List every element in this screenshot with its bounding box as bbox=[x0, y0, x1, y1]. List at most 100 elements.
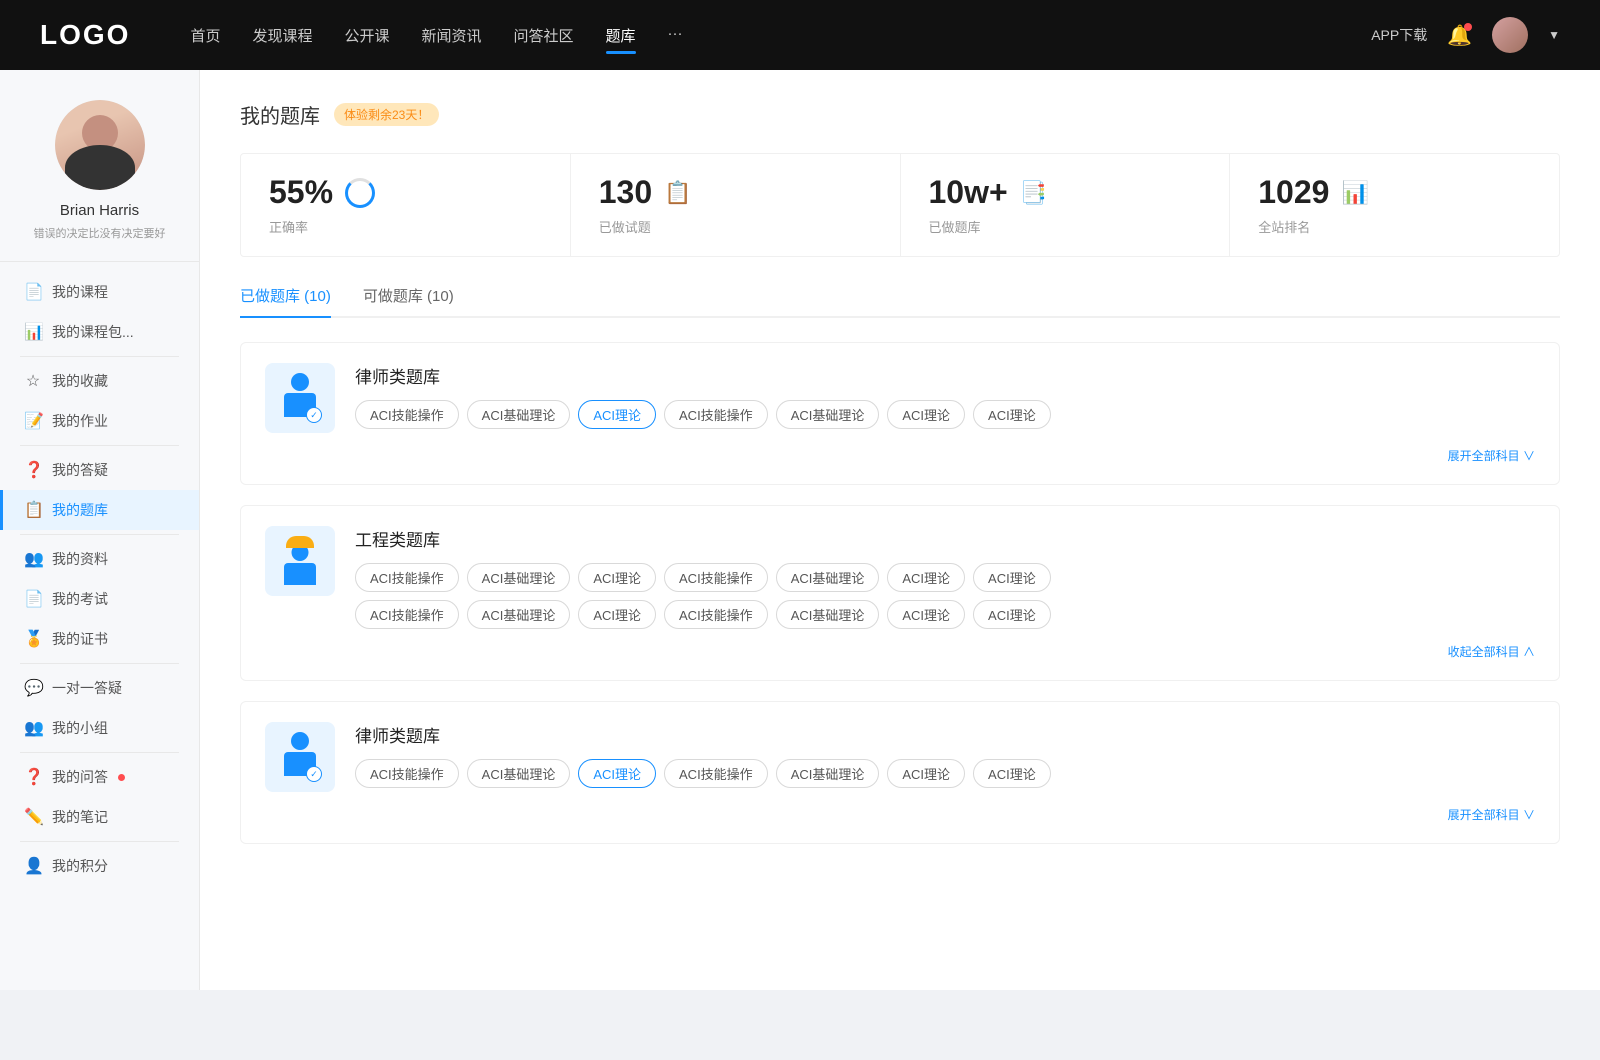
tag-0-6[interactable]: ACI理论 bbox=[973, 400, 1051, 429]
tag-1-3[interactable]: ACI技能操作 bbox=[664, 563, 768, 592]
user-avatar[interactable] bbox=[1492, 17, 1528, 53]
sidebar-icon-6: 👥 bbox=[24, 549, 42, 569]
nav-link[interactable]: ··· bbox=[668, 21, 683, 50]
tag-2-0[interactable]: ACI技能操作 bbox=[355, 759, 459, 788]
sidebar-item-0[interactable]: 📄我的课程 bbox=[0, 272, 199, 312]
tabs-row: 已做题库 (10) 可做题库 (10) bbox=[240, 285, 1560, 318]
tab-0[interactable]: 已做题库 (10) bbox=[240, 285, 331, 316]
nav-link[interactable]: 题库 bbox=[606, 21, 636, 50]
tag-0-0[interactable]: ACI技能操作 bbox=[355, 400, 459, 429]
tag2-1-0[interactable]: ACI技能操作 bbox=[355, 600, 459, 629]
nav-link[interactable]: 发现课程 bbox=[252, 21, 312, 50]
tag2-1-5[interactable]: ACI理论 bbox=[887, 600, 965, 629]
trial-badge: 体验剩余23天！ bbox=[334, 103, 439, 126]
sidebar-item-2[interactable]: ☆我的收藏 bbox=[0, 361, 199, 401]
expand-link-0[interactable]: 展开全部科目 ∨ bbox=[265, 447, 1535, 464]
tag-1-0[interactable]: ACI技能操作 bbox=[355, 563, 459, 592]
stat-ranking-top: 1029 📊 bbox=[1258, 174, 1531, 211]
stat-ranking: 1029 📊 全站排名 bbox=[1230, 154, 1559, 256]
tag2-1-6[interactable]: ACI理论 bbox=[973, 600, 1051, 629]
sidebar-item-13[interactable]: 👤我的积分 bbox=[0, 846, 199, 886]
stat-accuracy-top: 55% bbox=[269, 174, 542, 211]
nav-links: 首页 发现课程 公开课 新闻资讯 问答社区 题库 ··· bbox=[190, 21, 1371, 50]
tag-1-5[interactable]: ACI理论 bbox=[887, 563, 965, 592]
app-download-link[interactable]: APP下载 bbox=[1371, 25, 1427, 45]
notification-dot bbox=[1464, 23, 1472, 31]
tag-0-1[interactable]: ACI基础理论 bbox=[467, 400, 571, 429]
tag-0-2[interactable]: ACI理论 bbox=[578, 400, 656, 429]
nav-link[interactable]: 问答社区 bbox=[514, 21, 574, 50]
qbank-header-0: ✓律师类题库ACI技能操作ACI基础理论ACI理论ACI技能操作ACI基础理论A… bbox=[265, 363, 1535, 433]
stat-accuracy-value: 55% bbox=[269, 174, 333, 211]
tag-0-4[interactable]: ACI基础理论 bbox=[776, 400, 880, 429]
lawyer-icon: ✓ bbox=[278, 732, 322, 782]
sidebar-label-12: 我的笔记 bbox=[52, 807, 108, 827]
sidebar-item-12[interactable]: ✏️我的笔记 bbox=[0, 797, 199, 837]
qbank-header-1: 工程类题库ACI技能操作ACI基础理论ACI理论ACI技能操作ACI基础理论AC… bbox=[265, 526, 1535, 629]
tag-0-3[interactable]: ACI技能操作 bbox=[664, 400, 768, 429]
sidebar-label-3: 我的作业 bbox=[52, 411, 108, 431]
tag-0-5[interactable]: ACI理论 bbox=[887, 400, 965, 429]
tag2-1-4[interactable]: ACI基础理论 bbox=[776, 600, 880, 629]
tag-1-4[interactable]: ACI基础理论 bbox=[776, 563, 880, 592]
sidebar-item-11[interactable]: ❓我的问答 bbox=[0, 757, 199, 797]
sidebar-item-6[interactable]: 👥我的资料 bbox=[0, 539, 199, 579]
stat-done-value: 130 bbox=[599, 174, 652, 211]
sidebar-item-9[interactable]: 💬一对一答疑 bbox=[0, 668, 199, 708]
sidebar-item-3[interactable]: 📝我的作业 bbox=[0, 401, 199, 441]
tag2-1-2[interactable]: ACI理论 bbox=[578, 600, 656, 629]
tag-1-6[interactable]: ACI理论 bbox=[973, 563, 1051, 592]
tab-1[interactable]: 可做题库 (10) bbox=[363, 285, 454, 316]
tag-1-2[interactable]: ACI理论 bbox=[578, 563, 656, 592]
sidebar-icon-9: 💬 bbox=[24, 678, 42, 698]
tags-row-1: ACI技能操作ACI基础理论ACI理论ACI技能操作ACI基础理论ACI理论AC… bbox=[355, 563, 1535, 592]
expand-link-2[interactable]: 展开全部科目 ∨ bbox=[265, 806, 1535, 823]
sidebar-item-5[interactable]: 📋 我的题库 bbox=[0, 490, 199, 530]
tag-2-2[interactable]: ACI理论 bbox=[578, 759, 656, 788]
hard-hat-icon bbox=[286, 536, 314, 548]
collapse-link-1[interactable]: 收起全部科目 ∧ bbox=[265, 643, 1535, 660]
nav-link[interactable]: 公开课 bbox=[344, 21, 389, 50]
sidebar-label-5: 我的题库 bbox=[52, 500, 108, 520]
sidebar-icon-5: 📋 bbox=[24, 500, 42, 520]
sidebar-label-4: 我的答疑 bbox=[52, 460, 108, 480]
list-icon: 📑 bbox=[1020, 180, 1047, 206]
sidebar-icon-8: 🏅 bbox=[24, 629, 42, 649]
profile-motto: 错误的决定比没有决定要好 bbox=[34, 225, 166, 241]
nav-link[interactable]: 首页 bbox=[190, 21, 220, 50]
notification-bell-icon[interactable]: 🔔 bbox=[1447, 23, 1472, 48]
page-body: Brian Harris 错误的决定比没有决定要好 📄我的课程📊我的课程包...… bbox=[0, 70, 1600, 990]
tag-2-6[interactable]: ACI理论 bbox=[973, 759, 1051, 788]
qbank-icon-wrap-0: ✓ bbox=[265, 363, 335, 433]
stat-done-label: 已做试题 bbox=[599, 217, 872, 236]
sidebar: Brian Harris 错误的决定比没有决定要好 📄我的课程📊我的课程包...… bbox=[0, 70, 200, 990]
qbank-section-1: 工程类题库ACI技能操作ACI基础理论ACI理论ACI技能操作ACI基础理论AC… bbox=[240, 505, 1560, 681]
sidebar-icon-13: 👤 bbox=[24, 856, 42, 876]
stat-accuracy-label: 正确率 bbox=[269, 217, 542, 236]
tag-2-5[interactable]: ACI理论 bbox=[887, 759, 965, 788]
sidebar-divider bbox=[20, 356, 179, 357]
tag-2-4[interactable]: ACI基础理论 bbox=[776, 759, 880, 788]
stat-banks-label: 已做题库 bbox=[929, 217, 1202, 236]
sidebar-divider bbox=[20, 752, 179, 753]
tag-1-1[interactable]: ACI基础理论 bbox=[467, 563, 571, 592]
nav-link[interactable]: 新闻资讯 bbox=[422, 21, 482, 50]
tag2-1-1[interactable]: ACI基础理论 bbox=[467, 600, 571, 629]
sidebar-item-4[interactable]: ❓我的答疑 bbox=[0, 450, 199, 490]
tag2-1-3[interactable]: ACI技能操作 bbox=[664, 600, 768, 629]
tag-2-3[interactable]: ACI技能操作 bbox=[664, 759, 768, 788]
qbank-name-2: 律师类题库 bbox=[355, 722, 1535, 747]
stat-banks-top: 10w+ 📑 bbox=[929, 174, 1202, 211]
avatar-image bbox=[55, 100, 145, 190]
stat-ranking-label: 全站排名 bbox=[1258, 217, 1531, 236]
sidebar-item-10[interactable]: 👥我的小组 bbox=[0, 708, 199, 748]
sidebar-item-1[interactable]: 📊我的课程包... bbox=[0, 312, 199, 352]
sidebar-profile: Brian Harris 错误的决定比没有决定要好 bbox=[0, 100, 199, 262]
sidebar-item-7[interactable]: 📄我的考试 bbox=[0, 579, 199, 619]
sidebar-label-11: 我的问答 bbox=[52, 767, 108, 787]
tag-2-1[interactable]: ACI基础理论 bbox=[467, 759, 571, 788]
qbank-icon-wrap-1 bbox=[265, 526, 335, 596]
sidebar-item-8[interactable]: 🏅我的证书 bbox=[0, 619, 199, 659]
chevron-down-icon[interactable]: ▼ bbox=[1548, 28, 1560, 42]
sidebar-label-0: 我的课程 bbox=[52, 282, 108, 302]
